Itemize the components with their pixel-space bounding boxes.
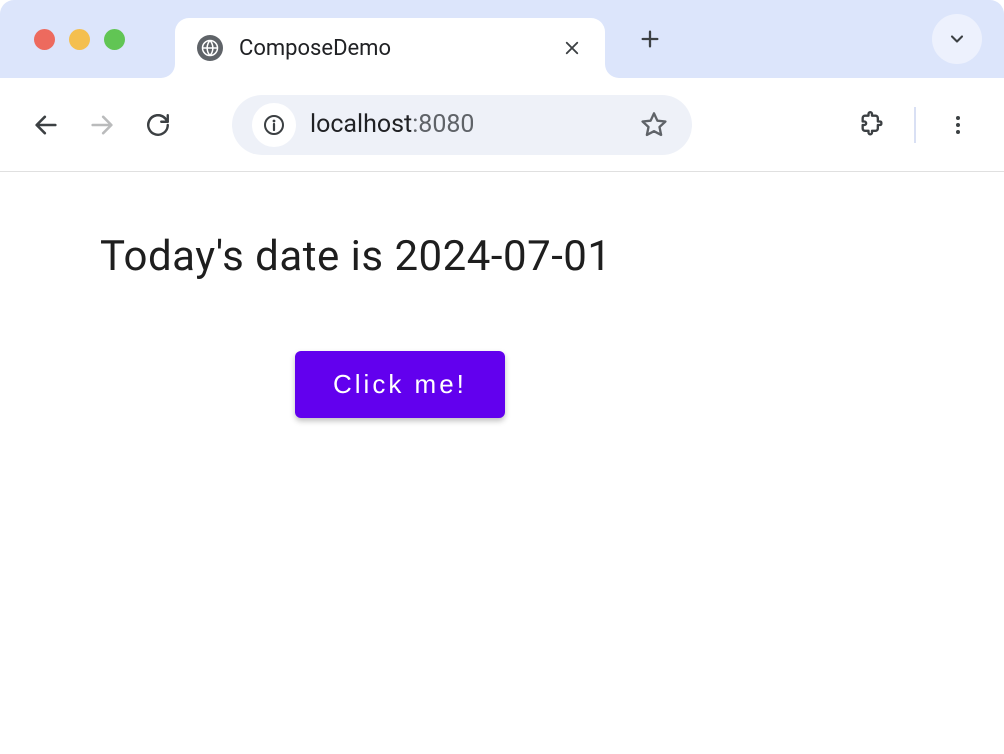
tab-search-button[interactable] <box>932 14 982 64</box>
extensions-icon[interactable] <box>848 101 896 149</box>
browser-tab[interactable]: ComposeDemo <box>175 18 605 78</box>
tab-title: ComposeDemo <box>239 36 545 61</box>
browser-tab-strip: ComposeDemo <box>0 0 1004 78</box>
toolbar-right-group <box>848 101 982 149</box>
browser-toolbar: localhost:8080 <box>0 78 1004 172</box>
site-info-icon[interactable] <box>252 103 296 147</box>
menu-button[interactable] <box>934 101 982 149</box>
page-content: Today's date is 2024-07-01 Click me! <box>0 172 1004 478</box>
bookmark-star-icon[interactable] <box>636 107 672 143</box>
url-display: localhost:8080 <box>310 110 636 139</box>
window-minimize-button[interactable] <box>69 29 90 50</box>
window-controls <box>0 29 125 50</box>
reload-button[interactable] <box>134 101 182 149</box>
globe-icon <box>197 35 223 61</box>
window-close-button[interactable] <box>34 29 55 50</box>
url-host: localhost <box>310 110 412 139</box>
click-me-button[interactable]: Click me! <box>295 351 505 418</box>
url-port: :8080 <box>412 110 474 139</box>
address-bar[interactable]: localhost:8080 <box>232 95 692 155</box>
forward-button[interactable] <box>78 101 126 149</box>
close-icon[interactable] <box>561 37 583 59</box>
toolbar-divider <box>914 107 916 143</box>
page-heading: Today's date is 2024-07-01 <box>100 232 904 281</box>
back-button[interactable] <box>22 101 70 149</box>
window-maximize-button[interactable] <box>104 29 125 50</box>
new-tab-button[interactable] <box>629 18 671 60</box>
